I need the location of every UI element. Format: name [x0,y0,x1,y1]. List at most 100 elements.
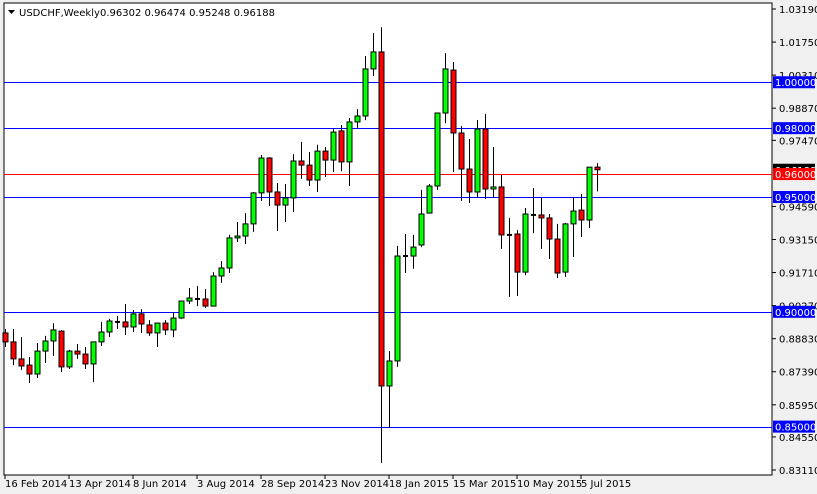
line-price-label: 0.95000 [775,193,816,204]
time-tick-label: 16 Feb 2014 [5,479,67,490]
candle-body-bull [242,223,249,237]
candle [66,349,73,369]
candle-body-bear [74,350,81,355]
candle-body-bull [346,121,353,163]
line-price-label: 0.98000 [775,124,816,135]
candle [434,112,441,190]
candle-body-bear [450,69,457,134]
candle-body-bear [554,238,561,274]
candle-body-bear [322,150,329,161]
price-tick-label: 0.91710 [779,269,817,280]
candle-body-bear [378,51,385,387]
candle-body-bear [138,313,145,325]
line-price-label: 1.00000 [775,78,816,89]
candle-body-bull [586,166,593,221]
candle-body-bull [418,213,425,246]
price-tick-label: 0.93150 [779,236,817,247]
candle-body-bear [82,353,89,365]
candle-body-bull [218,267,225,277]
candle-body-bull [570,210,577,225]
candle-body-bull [282,197,289,206]
candle-body-bull [178,300,185,319]
candle-body-bear [58,330,65,368]
candle-body-bear [466,168,473,193]
candle [394,245,401,367]
time-tick-label: 28 Sep 2014 [261,479,324,490]
price-tick-label: 0.88830 [779,335,817,346]
price-axis: 1.031901.017501.003100.988700.974700.945… [772,5,817,477]
candle [226,234,233,274]
time-tick-label: 8 Jun 2014 [133,479,187,490]
candle-body-bear [498,186,505,236]
candle-body-bear [202,298,209,307]
price-tick-label: 1.03190 [779,5,817,16]
line-price-label: 0.90000 [775,308,816,319]
candle-body-bull [522,213,529,273]
candle-body-bull [394,255,401,362]
candle [586,166,593,229]
candle-body-bull [130,313,137,328]
candle-body-bull [106,320,113,333]
candle-body-bear [298,160,305,166]
candle-body-bull [434,112,441,187]
candle-body-bull [330,131,337,161]
candle-body-bear [2,332,9,343]
candle-body-bull [474,128,481,193]
candle-body-bull [362,68,369,117]
candlestick-chart[interactable]: 1.031901.017501.003100.988700.974700.945… [0,0,817,494]
candle [178,300,185,319]
candle-body-bear [162,322,169,331]
price-tick-label: 0.85950 [779,401,817,412]
candle-body-bear [514,233,521,273]
candle-body-bear [122,321,129,328]
ohlc-readout: 0.96302 0.96474 0.95248 0.96188 [100,8,275,19]
candle-body-bear [458,132,465,170]
candle-body-bull [354,115,361,123]
candle-body-bear [18,358,25,367]
candle-body-bear [538,214,545,219]
candle-body-bull [370,51,377,70]
candle-body-bull [34,350,41,375]
candle-body-bull [98,331,105,343]
candle [522,208,529,276]
plot-area[interactable] [3,2,773,476]
candle-body-bull [66,350,73,368]
time-tick-label: 23 Nov 2014 [325,479,389,490]
candle-body-bull [154,322,161,334]
candle-body-bull [426,185,433,214]
price-tick-label: 1.01750 [779,38,817,49]
candle-body-bear [338,130,345,163]
time-tick-label: 10 May 2015 [517,479,582,490]
candle-body-bear [146,324,153,334]
time-tick-label: 18 Jan 2015 [389,479,449,490]
candle-body-bull [490,186,497,190]
symbol-timeframe: USDCHF,Weekly [19,8,100,19]
candle-body-bull [290,160,297,199]
candle-body-bull [386,360,393,387]
candle-body-bear [578,209,585,221]
candle-body-bear [10,341,17,360]
price-tick-label: 0.84550 [779,433,817,444]
price-tick-label: 0.98870 [779,104,817,115]
candle-body-bull [562,223,569,273]
candle-body-bull [258,157,265,194]
time-tick-label: 3 Aug 2014 [197,479,255,490]
candle [58,329,65,372]
candle [562,222,569,277]
candle-body-bull [250,192,257,225]
candle-body-bull [410,246,417,257]
candle-body-bear [546,217,553,240]
candle-body-bull [210,275,217,307]
candle-body-bull [50,329,57,342]
candle-body-bear [266,157,273,193]
time-tick-label: 15 Mar 2015 [453,479,516,490]
price-tick-label: 0.94590 [779,202,817,213]
price-tick-label: 0.97470 [779,136,817,147]
candle-body-bear [482,128,489,190]
candle-body-bull [234,235,241,239]
candle-body-bull [442,68,449,114]
candle [426,183,433,214]
line-price-label: 0.85000 [775,423,816,434]
price-tick-label: 0.83110 [779,466,817,477]
candle-body-bear [26,364,33,375]
